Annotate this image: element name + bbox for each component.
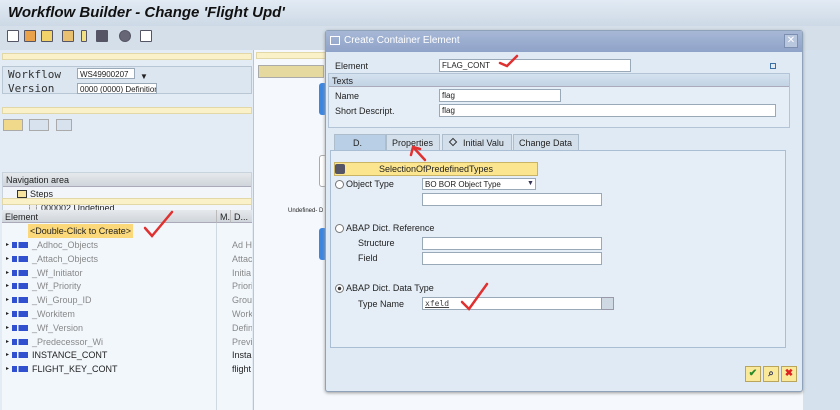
annotation-check bbox=[143, 210, 174, 238]
annotation-check bbox=[498, 54, 519, 68]
annotation-marks bbox=[143, 54, 519, 311]
annotation-arrow bbox=[409, 145, 427, 162]
annotation-check bbox=[460, 282, 489, 311]
